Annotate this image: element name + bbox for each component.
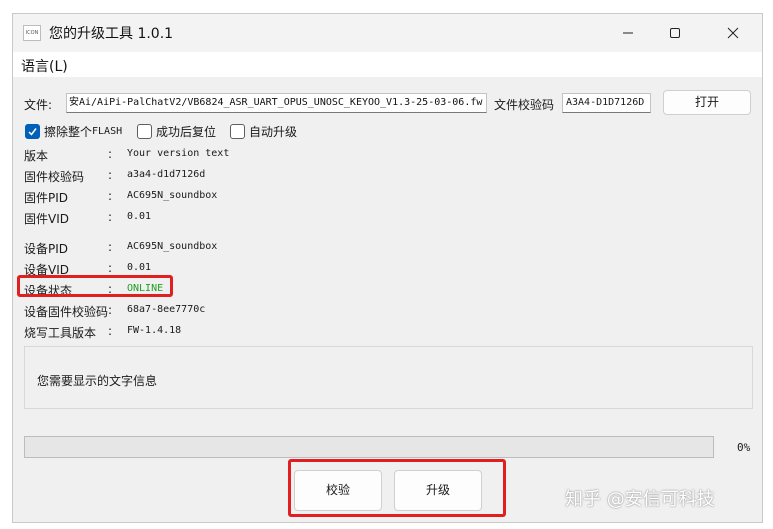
info-separator: : (108, 303, 113, 317)
close-icon (727, 27, 739, 39)
info-value: 0.01 (127, 262, 152, 273)
checkbox-checked-icon (25, 124, 40, 139)
file-checksum-field[interactable]: A3A4-D1D7126D (562, 93, 651, 113)
info-key: 设备PID (24, 242, 69, 256)
info-key: 固件VID (24, 212, 69, 226)
app-icon: ICON (23, 25, 41, 41)
info-value: AC695N_soundbox (127, 190, 218, 201)
reset-after-success-label: 成功后复位 (156, 125, 217, 139)
open-file-button[interactable]: 打开 (663, 90, 751, 115)
info-separator: : (108, 147, 113, 161)
info-separator: : (108, 240, 113, 254)
auto-upgrade-label: 自动升级 (249, 125, 298, 139)
minimize-icon (623, 32, 633, 34)
info-separator: : (108, 189, 113, 203)
info-value: a3a4-d1d7126d (127, 169, 206, 180)
window-title: 您的升级工具 1.0.1 (49, 26, 174, 42)
upgrade-tool-window: ICON 您的升级工具 1.0.1 语言(L) 文件: 安Ai/AiPi-Pal… (12, 13, 763, 523)
checkbox-unchecked-icon (137, 124, 152, 139)
progress-percent-label: 0% (737, 441, 751, 454)
erase-flash-label-suffix: FLASH (92, 126, 123, 137)
info-separator: : (108, 261, 113, 275)
info-value: Your version text (127, 148, 230, 159)
upgrade-progress-bar (24, 436, 714, 458)
reset-after-success-checkbox[interactable]: 成功后复位 (137, 123, 216, 140)
info-separator: : (108, 324, 113, 338)
close-button[interactable] (710, 14, 756, 52)
minimize-button[interactable] (605, 14, 651, 52)
info-key: 版本 (24, 149, 49, 163)
title-bar[interactable]: ICON 您的升级工具 1.0.1 (13, 14, 762, 52)
menu-language[interactable]: 语言(L) (21, 56, 68, 76)
device-status-highlight (17, 275, 173, 297)
info-value: 68a7-8ee7770c (127, 304, 206, 315)
info-key: 固件校验码 (24, 170, 85, 184)
file-checksum-label: 文件校验码 (494, 98, 555, 112)
menu-bar: 语言(L) (13, 52, 762, 77)
info-separator: : (108, 210, 113, 224)
info-value: FW-1.4.18 (127, 325, 182, 336)
zhihu-watermark: 知乎 @安信可科技 (565, 489, 715, 510)
upgrade-button[interactable]: 升级 (394, 470, 482, 511)
verify-button[interactable]: 校验 (294, 470, 382, 511)
maximize-button[interactable] (652, 14, 698, 52)
file-path-input[interactable]: 安Ai/AiPi-PalChatV2/VB6824_ASR_UART_OPUS_… (66, 93, 487, 113)
erase-flash-checkbox[interactable]: 擦除整个 FLASH (25, 123, 122, 140)
info-value: 0.01 (127, 211, 152, 222)
checkbox-unchecked-icon (230, 124, 245, 139)
file-label: 文件: (24, 98, 53, 112)
info-key: 设备固件校验码 (24, 305, 109, 319)
maximize-icon (670, 28, 680, 38)
message-text: 您需要显示的文字信息 (37, 374, 158, 388)
auto-upgrade-checkbox[interactable]: 自动升级 (230, 123, 297, 140)
info-key: 烧写工具版本 (24, 326, 97, 340)
info-separator: : (108, 168, 113, 182)
message-panel: 您需要显示的文字信息 (24, 346, 753, 409)
erase-flash-label: 擦除整个 (44, 125, 93, 139)
info-key: 固件PID (24, 191, 69, 205)
info-value: AC695N_soundbox (127, 241, 218, 252)
